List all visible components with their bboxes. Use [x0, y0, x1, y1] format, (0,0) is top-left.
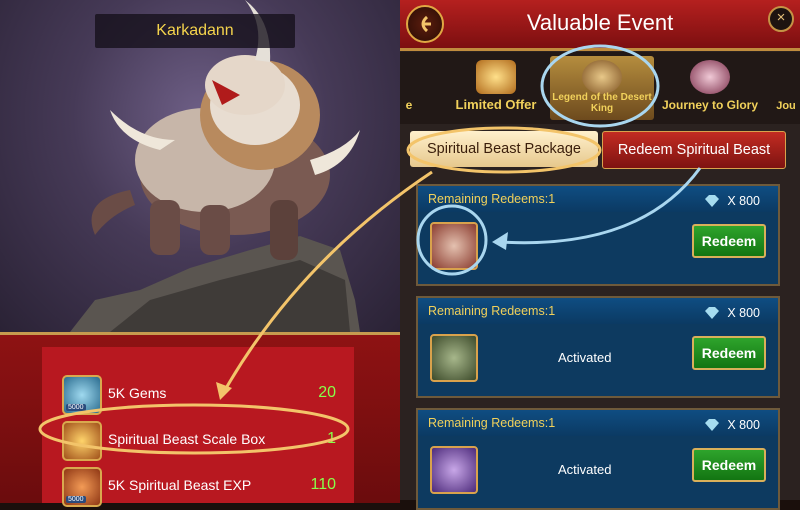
redeem-button[interactable]: Redeem: [692, 224, 766, 258]
redeem-card: Remaining Redeems:1 X 800 Activated Rede…: [416, 296, 780, 398]
glory-medal-icon: [690, 60, 730, 94]
tab-next-event[interactable]: Jou: [766, 56, 800, 120]
beast-thumbnail[interactable]: [430, 446, 478, 494]
scale-box-icon: [62, 421, 102, 461]
reward-list: 5000 5K Gems 20 Spiritual Beast Scale Bo…: [42, 347, 354, 507]
gem-pack-icon: 5000: [62, 375, 102, 415]
beast-name-banner: Karkadann: [95, 14, 295, 48]
event-title: Valuable Event: [526, 10, 674, 35]
beast-illustration: [70, 0, 360, 332]
redeem-card: Remaining Redeems:1 X 800 Activated Rede…: [416, 408, 780, 510]
gem-icon: [705, 195, 720, 207]
valuable-event-panel: Valuable Event × e Limited Offer Legend …: [400, 0, 800, 510]
reward-quantity: 1: [327, 430, 336, 447]
reward-label: 5K Spiritual Beast EXP: [108, 477, 252, 493]
beast-exp-icon: 5000: [62, 467, 102, 507]
beast-portrait-panel: Karkadann: [0, 0, 400, 332]
beast-thumbnail[interactable]: [430, 334, 478, 382]
status-text: Activated: [558, 350, 612, 365]
tab-limited-offer[interactable]: Limited Offer: [440, 56, 552, 120]
remaining-redeems: Remaining Redeems:1: [428, 304, 556, 318]
tab-legend-desert-king[interactable]: Legend of the Desert King: [550, 56, 654, 120]
tab-spiritual-beast-package[interactable]: Spiritual Beast Package: [410, 131, 598, 167]
beast-name: Karkadann: [156, 22, 234, 39]
gem-cost: X 800: [703, 194, 760, 208]
gem-cost: X 800: [703, 418, 760, 432]
status-text: Activated: [558, 462, 612, 477]
redeem-button[interactable]: Redeem: [692, 336, 766, 370]
karkadann-thumbnail[interactable]: [430, 222, 478, 270]
tab-redeem-spiritual-beast[interactable]: Redeem Spiritual Beast: [602, 131, 786, 169]
remaining-redeems: Remaining Redeems:1: [428, 416, 556, 430]
desert-king-icon: [582, 60, 622, 94]
reward-row-gems: 5000 5K Gems 20: [42, 373, 354, 415]
redeem-button[interactable]: Redeem: [692, 448, 766, 482]
remaining-redeems: Remaining Redeems:1: [428, 192, 556, 206]
gem-icon: [705, 307, 720, 319]
treasure-chest-icon: [476, 60, 516, 94]
reward-label: Spiritual Beast Scale Box: [108, 431, 266, 447]
reward-row-beast-exp: 5000 5K Spiritual Beast EXP 110: [42, 465, 354, 507]
tab-journey-to-glory[interactable]: Journey to Glory: [658, 56, 762, 120]
gem-icon: [705, 419, 720, 431]
reward-row-scale-box: Spiritual Beast Scale Box 1: [42, 419, 354, 461]
redeem-card: Remaining Redeems:1 X 800 Redeem: [416, 184, 780, 286]
reward-quantity: 110: [310, 476, 336, 493]
gem-cost: X 800: [703, 306, 760, 320]
package-rewards-panel: 5000 5K Gems 20 Spiritual Beast Scale Bo…: [0, 332, 400, 507]
event-header: Valuable Event ×: [400, 0, 800, 51]
tab-previous-event[interactable]: e: [400, 56, 424, 120]
close-button[interactable]: ×: [768, 6, 794, 32]
reward-quantity: 20: [318, 384, 336, 401]
event-tab-strip[interactable]: e Limited Offer Legend of the Desert Kin…: [400, 52, 800, 124]
reward-label: 5K Gems: [108, 385, 167, 401]
